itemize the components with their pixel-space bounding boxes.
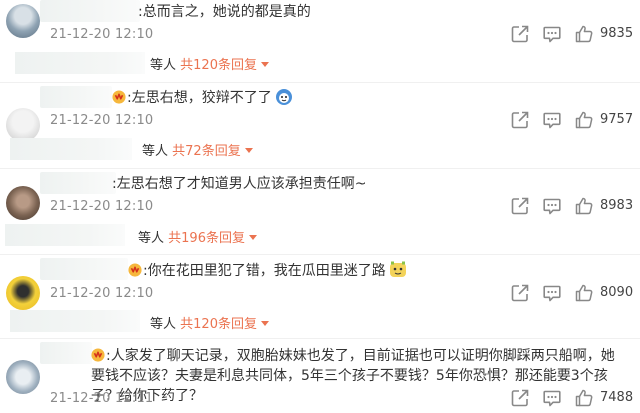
reply-users-blurred — [10, 138, 132, 160]
comment-item: :你在花田里犯了错，我在瓜田里迷了路 21-12-20 12:10 8090 等… — [0, 256, 640, 336]
caret-down-icon[interactable] — [260, 321, 269, 326]
comment-time: 21-12-20 12:11 — [50, 391, 154, 406]
share-icon[interactable] — [510, 283, 530, 303]
like-count: 8983 — [600, 198, 634, 213]
like-count: 8090 — [600, 285, 634, 300]
comment-actions: 9835 — [500, 24, 640, 46]
emoji-icon — [389, 261, 406, 277]
thumbs-up-icon[interactable] — [574, 110, 594, 130]
comment-time: 21-12-20 12:10 — [50, 199, 154, 214]
divider — [0, 338, 640, 339]
comment-actions: 7488 — [500, 388, 640, 410]
avatar[interactable] — [6, 108, 40, 142]
replies-count[interactable]: 共72条回复 — [172, 144, 241, 159]
thumbs-up-icon[interactable] — [574, 196, 594, 216]
comment-icon[interactable] — [542, 283, 562, 303]
view-replies-link[interactable]: 等人 共120条回复 — [150, 313, 269, 332]
comment-text-content: :你在花田里犯了错，我在瓜田里迷了路 — [143, 263, 386, 279]
vip-badge-icon — [91, 348, 105, 362]
thumbs-up-icon[interactable] — [574, 388, 594, 408]
comment-item: :左思右想了才知道男人应该承担责任啊~ 21-12-20 12:10 8983 … — [0, 170, 640, 252]
share-icon[interactable] — [510, 388, 530, 408]
comment-icon[interactable] — [542, 388, 562, 408]
share-icon[interactable] — [510, 24, 530, 44]
username-blurred[interactable] — [40, 172, 116, 194]
divider — [0, 168, 640, 169]
reply-users-blurred — [10, 310, 140, 332]
vip-badge-icon — [112, 90, 126, 104]
comment-item: :左思右想，狡辩不了了 21-12-20 12:10 9757 等人 共72条回… — [0, 84, 640, 166]
comment-text: :左思右想，狡辩不了了 — [112, 88, 293, 108]
replies-count[interactable]: 共120条回复 — [180, 317, 257, 332]
share-icon[interactable] — [510, 196, 530, 216]
comment-icon[interactable] — [542, 110, 562, 130]
thumbs-up-icon[interactable] — [574, 283, 594, 303]
replies-prefix: 等人 — [142, 144, 169, 159]
like-count: 9835 — [600, 26, 634, 41]
replies-count[interactable]: 共196条回复 — [168, 231, 245, 246]
view-replies-link[interactable]: 等人 共196条回复 — [138, 227, 257, 246]
avatar[interactable] — [6, 4, 40, 38]
comment-icon[interactable] — [542, 24, 562, 44]
replies-prefix: 等人 — [138, 231, 165, 246]
comment-icon[interactable] — [542, 196, 562, 216]
caret-down-icon[interactable] — [260, 62, 269, 67]
share-icon[interactable] — [510, 110, 530, 130]
thumbs-up-icon[interactable] — [574, 24, 594, 44]
username-blurred[interactable] — [40, 0, 140, 22]
view-replies-link[interactable]: 等人 共72条回复 — [142, 140, 253, 159]
vip-badge-icon — [128, 263, 142, 277]
avatar[interactable] — [6, 360, 40, 394]
comment-text: :总而言之，她说的都是真的 — [138, 4, 311, 20]
reply-users-blurred — [15, 52, 145, 74]
username-blurred[interactable] — [40, 258, 128, 280]
divider — [0, 254, 640, 255]
comment-text-content: :左思右想，狡辩不了了 — [127, 90, 272, 106]
comment-actions: 9757 — [500, 110, 640, 132]
avatar[interactable] — [6, 276, 40, 310]
emoji-icon — [275, 89, 292, 105]
caret-down-icon[interactable] — [248, 235, 257, 240]
divider — [0, 82, 640, 83]
comment-actions: 8090 — [500, 283, 640, 305]
reply-users-blurred — [5, 224, 125, 246]
view-replies-link[interactable]: 等人 共120条回复 — [150, 54, 269, 73]
comment-time: 21-12-20 12:10 — [50, 113, 154, 128]
avatar[interactable] — [6, 186, 40, 220]
like-count: 7488 — [600, 390, 634, 405]
replies-prefix: 等人 — [150, 58, 177, 73]
caret-down-icon[interactable] — [244, 148, 253, 153]
comment-time: 21-12-20 12:10 — [50, 286, 154, 301]
replies-count[interactable]: 共120条回复 — [180, 58, 257, 73]
like-count: 9757 — [600, 112, 634, 127]
comment-item: :人家发了聊天记录，双胞胎妹妹也发了，目前证据也可以证明你脚踩两只船啊，她要钱不… — [0, 340, 640, 413]
replies-prefix: 等人 — [150, 317, 177, 332]
comment-actions: 8983 — [500, 196, 640, 218]
comment-text: :你在花田里犯了错，我在瓜田里迷了路 — [128, 261, 407, 281]
username-blurred[interactable] — [40, 86, 112, 108]
comment-item: :总而言之，她说的都是真的 21-12-20 12:10 9835 等人 共12… — [0, 0, 640, 78]
comment-time: 21-12-20 12:10 — [50, 27, 154, 42]
comment-text: :左思右想了才知道男人应该承担责任啊~ — [112, 176, 367, 192]
